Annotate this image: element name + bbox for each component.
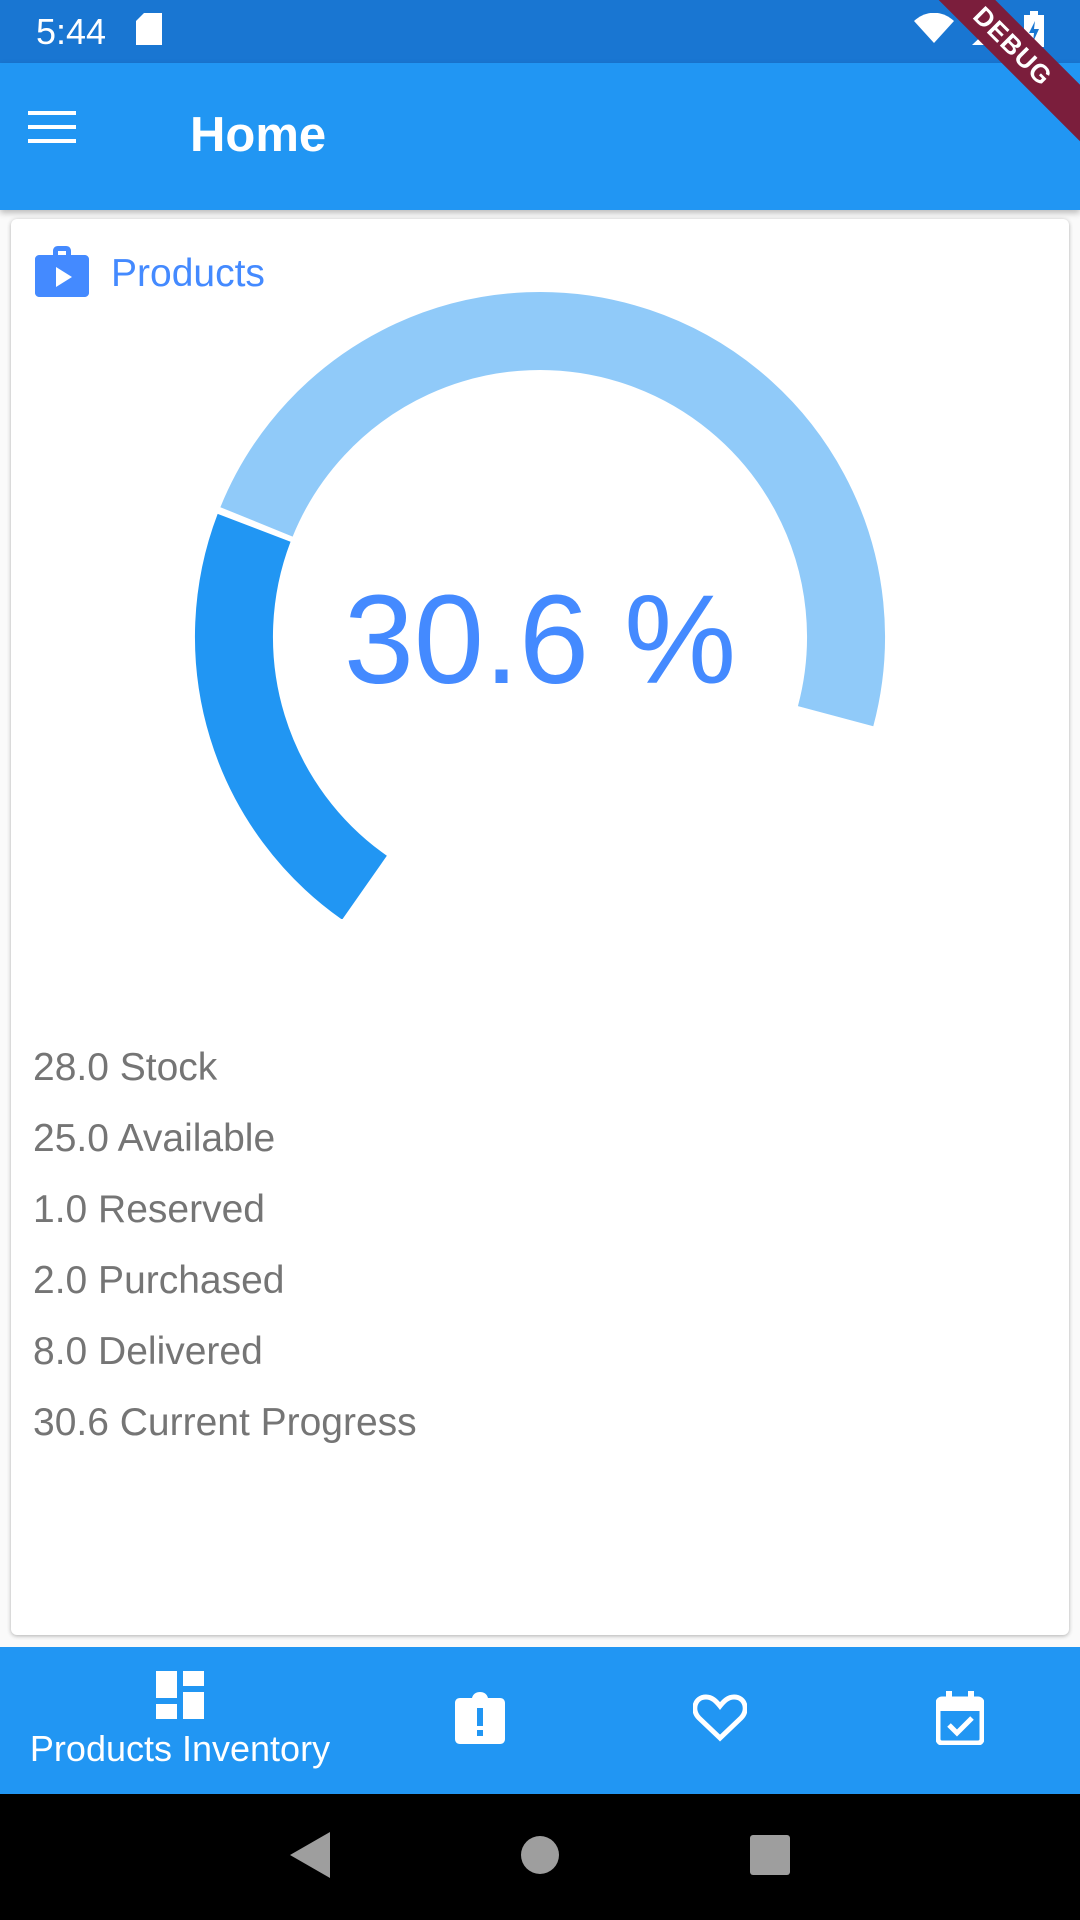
- dashboard-icon: [156, 1671, 204, 1724]
- nav-favorites[interactable]: [600, 1647, 840, 1794]
- heart-icon: [692, 1694, 748, 1747]
- app-bar: Home: [0, 63, 1080, 210]
- stats-list: 28.0 Stock 25.0 Available 1.0 Reserved 2…: [33, 1032, 417, 1458]
- alert-clipboard-icon: [455, 1692, 505, 1749]
- back-icon[interactable]: [290, 1831, 330, 1883]
- page-title: Home: [190, 108, 327, 162]
- bottom-navigation: Products Inventory: [0, 1647, 1080, 1794]
- nav-label: Products Inventory: [29, 1728, 331, 1769]
- stat-available: 25.0 Available: [33, 1117, 276, 1160]
- status-time: 5:44: [36, 10, 107, 52]
- gauge-value: 30.6 %: [343, 569, 737, 710]
- menu-icon: [28, 109, 76, 150]
- stat-current-progress: 30.6 Current Progress: [33, 1401, 417, 1444]
- calendar-check-icon: [935, 1691, 985, 1750]
- nav-calendar[interactable]: [840, 1647, 1080, 1794]
- status-bar: 5:44: [0, 0, 1080, 63]
- system-navigation-bar: [0, 1794, 1080, 1920]
- stat-stock: 28.0 Stock: [33, 1046, 218, 1089]
- products-card: Products 30.6 % 28.0 Stock 25.0 Availabl…: [11, 219, 1069, 1635]
- stat-purchased: 2.0 Purchased: [33, 1259, 285, 1302]
- stat-delivered: 8.0 Delivered: [33, 1330, 263, 1373]
- menu-button[interactable]: [22, 99, 82, 159]
- stat-reserved: 1.0 Reserved: [33, 1188, 265, 1231]
- nav-products-inventory[interactable]: Products Inventory: [0, 1647, 360, 1794]
- recents-icon[interactable]: [750, 1834, 790, 1880]
- nav-alerts[interactable]: [360, 1647, 600, 1794]
- sd-card-icon: [136, 13, 163, 50]
- home-icon[interactable]: [520, 1835, 560, 1880]
- wifi-icon: [914, 12, 954, 50]
- status-left: 5:44: [36, 10, 163, 53]
